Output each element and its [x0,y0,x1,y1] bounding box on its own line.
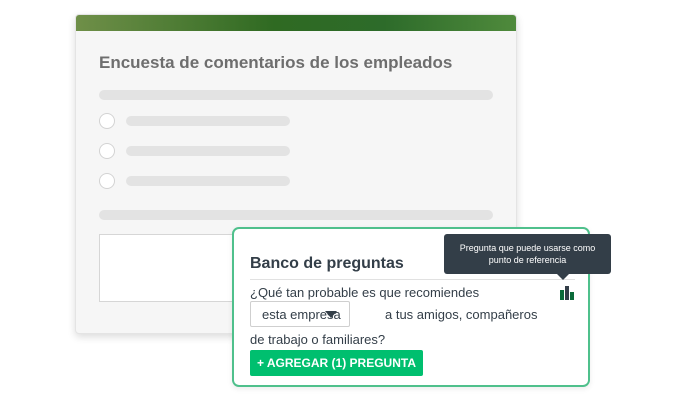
tooltip-line-1: Pregunta que puede usarse como [459,243,596,253]
benchmark-icon[interactable] [560,286,574,300]
question-text-middle: a tus amigos, compañeros [385,307,538,322]
placeholder-question-bar [99,210,493,220]
tooltip-arrow [557,274,569,280]
radio-option-1[interactable] [99,113,115,129]
survey-header-bar [76,15,516,31]
caret-down-icon [325,311,337,318]
option-placeholder-bar [126,146,290,156]
question-bank-title: Banco de preguntas [250,255,404,272]
survey-title: Encuesta de comentarios de los empleados [99,53,453,72]
radio-option-2[interactable] [99,143,115,159]
company-select-dropdown[interactable]: esta empresa [250,301,350,327]
benchmark-tooltip: Pregunta que puede usarse como punto de … [444,234,611,274]
radio-option-3[interactable] [99,173,115,189]
option-placeholder-bar [126,116,290,126]
question-text-start: ¿Qué tan probable es que recomiendes [250,285,480,300]
add-question-button[interactable]: + AGREGAR (1) PREGUNTA [250,350,423,376]
tooltip-line-2: punto de referencia [488,255,567,265]
divider [250,279,575,280]
placeholder-question-bar [99,90,493,100]
question-text-end: de trabajo o familiares? [250,332,386,347]
option-placeholder-bar [126,176,290,186]
